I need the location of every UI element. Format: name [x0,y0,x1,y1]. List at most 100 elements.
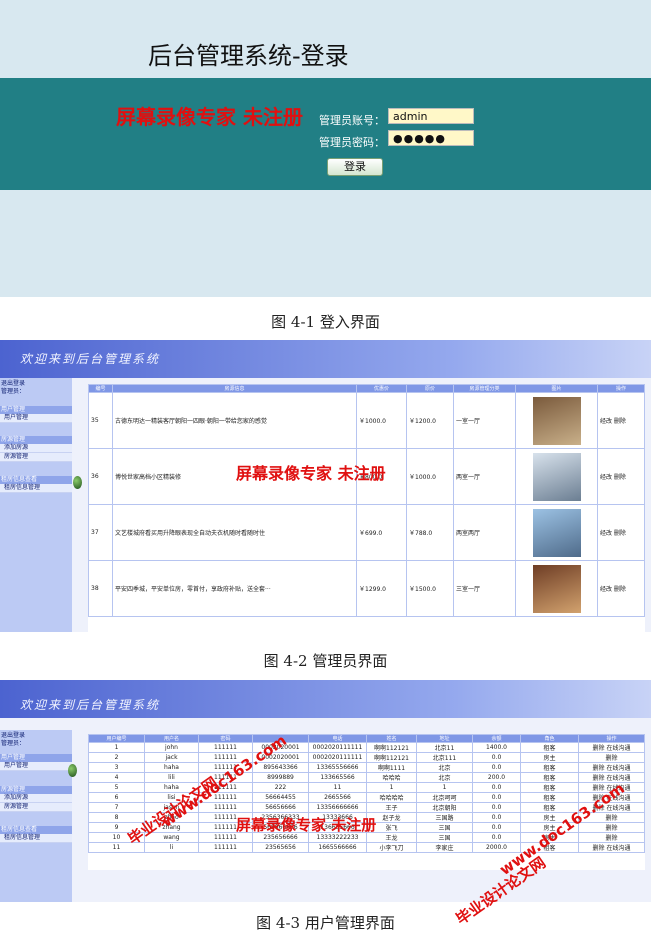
user-manage-screenshot: 欢迎来到后台管理系统 退出登录 管理员： 用户管理 用户管理 房源管理 添加房源… [0,680,651,902]
cell-password: 111111 [198,842,253,853]
cell-address: 三国路 [416,812,473,823]
login-button[interactable]: 登录 [327,158,383,176]
cell-id: 4 [88,772,145,783]
house-table-wrap: 编号 房源信息 优惠价 原价 房源管理分类 图片 操作 35 古德东明达一精装客厅… [88,384,645,632]
cell-type: 三室一厅 [453,560,516,617]
cell-type: 两室一厅 [453,448,516,505]
menu-item-user-manage[interactable]: 用户管理 [0,762,72,771]
cell-ops[interactable]: 删除 在线沟通 [578,762,645,773]
menu-item-rental-manage[interactable]: 租房信息管理 [0,834,72,843]
logout-link[interactable]: 退出登录 [0,380,72,388]
cell-id: 2 [88,752,145,763]
cell-name: 哈哈哈 [366,772,417,783]
cell-photo [515,448,598,505]
menu-group-users[interactable]: 用户管理 [0,754,72,762]
cell-ops[interactable]: 经改 删除 [597,392,645,449]
cell-address: 北京朝阳 [416,802,473,813]
cell-phone: 56656666 [252,802,309,813]
header-title: 欢迎来到后台管理系统 [20,698,161,712]
house-photo [532,564,581,613]
cell-tel: 1665566666 [308,842,367,853]
cell-balance: 0.0 [472,822,521,833]
cell-name: 王子 [366,802,417,813]
cell-id: 5 [88,782,145,793]
cell-username: li [144,842,199,853]
column-header: 编号 [88,384,113,393]
cell-tel: 11 [308,782,367,793]
menu-item-add-house[interactable]: 添加房源 [0,794,72,803]
menu-item-add-house[interactable]: 添加房源 [0,444,72,453]
cell-phone: 8999889 [252,772,309,783]
header-title: 欢迎来到后台管理系统 [20,352,161,366]
menu-group-users[interactable]: 用户管理 [0,406,72,414]
scroll-ball-icon [68,764,77,777]
menu-item-house-manage[interactable]: 房源管理 [0,453,72,462]
cell-name: 啊啊112121 [366,752,417,763]
cell-password: 111111 [198,742,253,753]
cell-ops[interactable]: 经改 删除 [597,504,645,561]
cell-ops[interactable]: 删除 [578,822,645,833]
cell-ops[interactable]: 删除 在线沟通 [578,772,645,783]
menu-item-rental-manage[interactable]: 租房信息管理 [0,484,72,493]
cell-name: 啊啊1111 [366,762,417,773]
cell-ops[interactable]: 删除 [578,752,645,763]
cell-id: 35 [88,392,113,449]
cell-phone: 222 [252,782,309,793]
menu-group-rentals[interactable]: 租房信息查看 [0,476,72,484]
table-row: 5 haha 111111 222 11 1 1 0.0 租客 删除 在线沟通 [88,782,645,793]
account-input[interactable]: admin [388,108,474,124]
login-screenshot: 后台管理系统-登录 管理员账号： admin 管理员密码： ●●●●● 登录 屏… [0,0,651,297]
cell-ops[interactable]: 删除 在线沟通 [578,842,645,853]
cell-ops[interactable]: 经改 删除 [597,560,645,617]
table-row: 2 jack 111111 0002020001 0002020111111 啊啊1121… [88,752,645,763]
cell-photo [515,392,598,449]
menu-group-rentals[interactable]: 租房信息查看 [0,826,72,834]
login-title: 后台管理系统-登录 [148,42,349,70]
cell-id: 7 [88,802,145,813]
cell-sale-price: ￥1299.0 [356,560,407,617]
cell-address: 三国 [416,832,473,843]
logout-link[interactable]: 退出登录 [0,732,72,740]
house-table: 编号 房源信息 优惠价 原价 房源管理分类 图片 操作 35 古德东明达一精装客厅… [88,384,645,617]
cell-balance: 0.0 [472,812,521,823]
admin-header: 欢迎来到后台管理系统 [0,340,651,378]
cell-balance: 0.0 [472,752,521,763]
cell-name: 啊啊112121 [366,742,417,753]
cell-info: 平安四季城，平安单位房，零首付，享政府补贴，送全套··· [112,560,357,617]
cell-address: 北京 [416,772,473,783]
house-photo [532,396,581,445]
cell-address: 李家庄 [416,842,473,853]
menu-item-house-manage[interactable]: 房源管理 [0,803,72,812]
admin-screenshot: 欢迎来到后台管理系统 退出登录 管理员： 用户管理 用户管理 房源管理 添加房源… [0,340,651,632]
cell-balance: 1400.0 [472,742,521,753]
figure-caption-2: 图 4-2 管理员界面 [263,652,388,670]
column-header: 操作 [597,384,645,393]
cell-ops[interactable]: 删除 [578,832,645,843]
cell-role: 租客 [520,782,579,793]
cell-id: 3 [88,762,145,773]
cell-username: haha [144,762,199,773]
cell-ops[interactable]: 删除 在线沟通 [578,742,645,753]
column-header: 房源信息 [112,384,357,393]
cell-balance: 0.0 [472,782,521,793]
cell-balance: 0.0 [472,762,521,773]
menu-group-houses[interactable]: 房源管理 [0,436,72,444]
cell-id: 36 [88,448,113,505]
column-header: 姓名 [366,734,417,743]
cell-name: 哈哈哈哈 [366,792,417,803]
cell-ops[interactable]: 经改 删除 [597,448,645,505]
cell-id: 6 [88,792,145,803]
cell-username: jack [144,752,199,763]
column-header: 角色 [520,734,579,743]
cell-sale-price: ￥1000.0 [356,392,407,449]
cell-username: lili [144,772,199,783]
menu-group-houses[interactable]: 房源管理 [0,786,72,794]
admin-label: 管理员： [1,388,26,395]
menu-item-user-manage[interactable]: 用户管理 [0,414,72,423]
cell-photo [515,504,598,561]
cell-sale-price: ￥699.0 [356,504,407,561]
cell-role: 租客 [520,792,579,803]
cell-name: 1 [366,782,417,793]
password-input[interactable]: ●●●●● [388,130,474,146]
cell-address: 三国 [416,822,473,833]
